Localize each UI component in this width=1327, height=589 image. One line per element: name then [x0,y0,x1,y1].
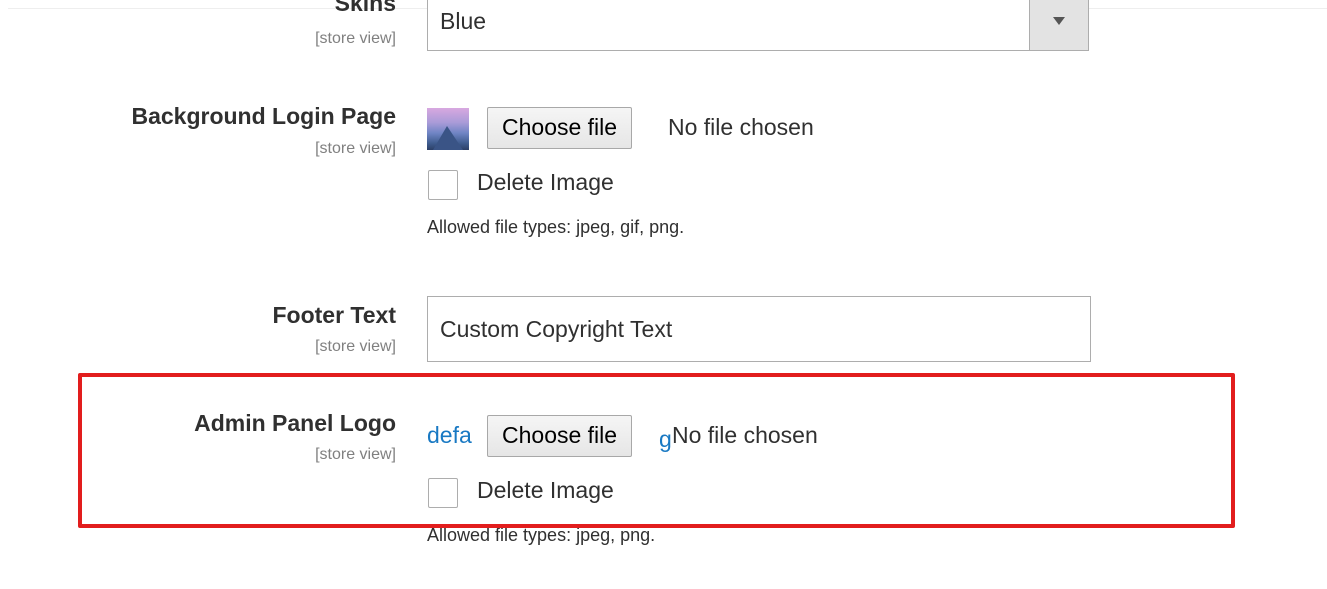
background-file-status: No file chosen [668,114,814,140]
background-delete-checkbox[interactable] [428,170,458,200]
background-choose-file-button[interactable]: Choose file [487,107,633,149]
highlight-box [78,373,1235,528]
footer-text-input[interactable]: Custom Copyright Text [427,296,1091,362]
background-thumbnail-icon[interactable] [427,108,469,150]
background-delete-label[interactable]: Delete Image [477,169,614,196]
background-login-label: Background Login Page [131,103,396,129]
background-login-scope: [store view] [315,140,396,157]
chevron-down-icon [1053,17,1065,25]
mountain-shape [433,126,463,150]
footer-text-scope: [store view] [315,338,396,355]
footer-text-label: Footer Text [272,302,396,328]
skins-select[interactable]: Blue [427,0,1089,51]
skins-select-toggle[interactable] [1029,0,1088,50]
skins-label: Skins [334,0,396,16]
background-allowed-types: Allowed file types: jpeg, gif, png. [427,217,685,237]
config-page: Skins [store view] Blue Background Login… [0,0,1327,589]
skins-select-value: Blue [440,8,487,34]
admin-logo-allowed-types: Allowed file types: jpeg, png. [427,525,656,545]
skins-scope: [store view] [315,30,396,47]
